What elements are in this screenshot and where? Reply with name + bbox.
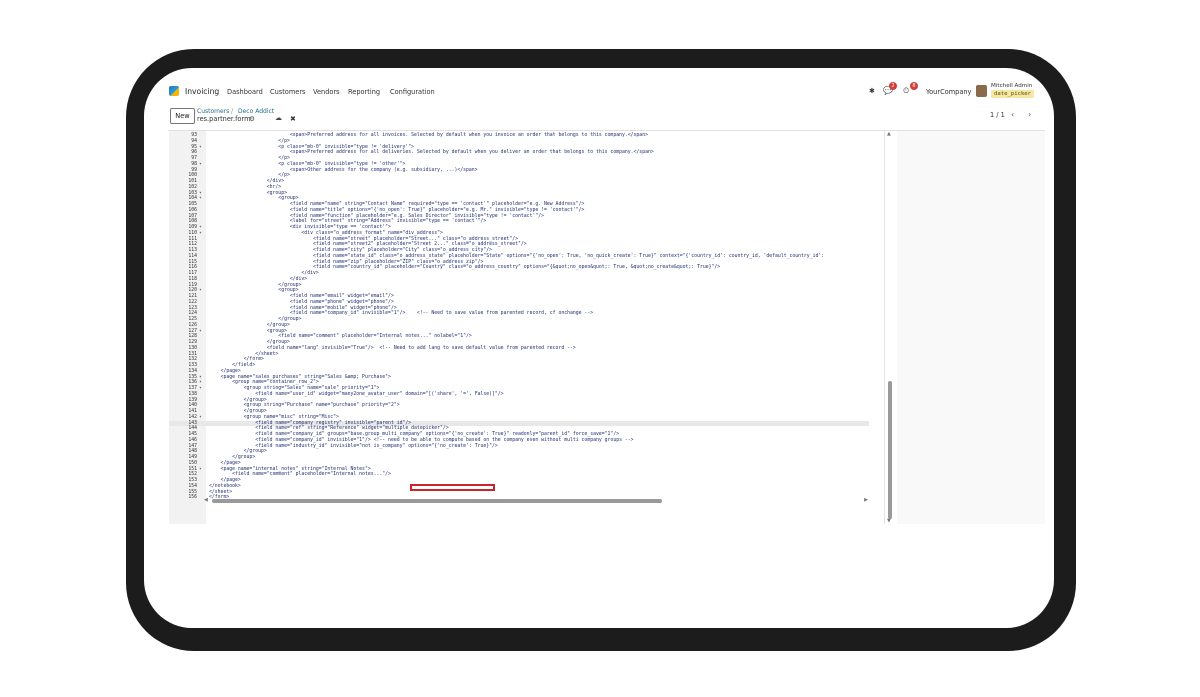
chat-count-badge: 2 — [889, 82, 897, 90]
menu-reporting[interactable]: Reporting — [348, 88, 380, 96]
pager-next-button[interactable]: › — [1028, 110, 1031, 119]
menu-dashboard[interactable]: Dashboard — [227, 88, 263, 96]
activity-clock-icon[interactable]: ⏲ — [903, 86, 909, 96]
new-button[interactable]: New — [170, 108, 195, 124]
vertical-scrollbar[interactable]: ▲ ▼ — [887, 131, 893, 524]
breadcrumb-deco-addict[interactable]: Deco Addict — [238, 108, 274, 115]
activity-count-badge: 8 — [910, 82, 918, 90]
scroll-right-icon[interactable]: ▶ — [864, 497, 868, 503]
discard-icon[interactable]: ✖ — [290, 115, 296, 123]
scroll-up-icon[interactable]: ▲ — [887, 131, 891, 137]
vertical-scroll-thumb[interactable] — [888, 381, 892, 519]
menu-customers[interactable]: Customers — [270, 88, 305, 96]
user-avatar[interactable] — [976, 85, 987, 97]
database-name-badge: date_picker — [991, 90, 1035, 98]
breadcrumb-separator: / — [231, 108, 234, 115]
pager-previous-button[interactable]: ‹ — [1011, 110, 1014, 119]
horizontal-scroll-thumb[interactable] — [212, 499, 662, 503]
menu-configuration[interactable]: Configuration — [390, 88, 435, 96]
line-number: 156 — [188, 495, 197, 501]
horizontal-scrollbar[interactable]: ◀ ▶ — [204, 497, 868, 504]
menu-vendors[interactable]: Vendors — [313, 88, 340, 96]
save-cloud-icon[interactable]: ☁ — [275, 114, 282, 122]
breadcrumb-customers[interactable]: Customers — [197, 108, 229, 115]
debug-icon[interactable]: ✱ — [869, 87, 875, 95]
invoicing-app-icon[interactable] — [169, 86, 179, 96]
pager-value[interactable]: 1 / 1 — [990, 111, 1005, 119]
chatter-pane — [897, 131, 1045, 524]
user-name[interactable]: Mitchell Admin — [991, 83, 1032, 89]
highlighted-widget-token — [410, 484, 495, 491]
scroll-left-icon[interactable]: ◀ — [204, 497, 208, 503]
scroll-down-icon[interactable]: ▼ — [887, 518, 891, 524]
app-screen: Invoicing Dashboard Customers Vendors Re… — [144, 68, 1054, 628]
gear-icon[interactable]: ⚙ — [249, 115, 255, 123]
xml-code-editor[interactable]: 93 <span>Preferred address for all invoi… — [169, 131, 885, 524]
top-navbar: Invoicing Dashboard Customers Vendors Re… — [144, 79, 1054, 105]
record-title: res.partner.form — [197, 115, 251, 123]
company-switcher[interactable]: YourCompany — [926, 88, 971, 96]
app-name[interactable]: Invoicing — [185, 87, 219, 96]
